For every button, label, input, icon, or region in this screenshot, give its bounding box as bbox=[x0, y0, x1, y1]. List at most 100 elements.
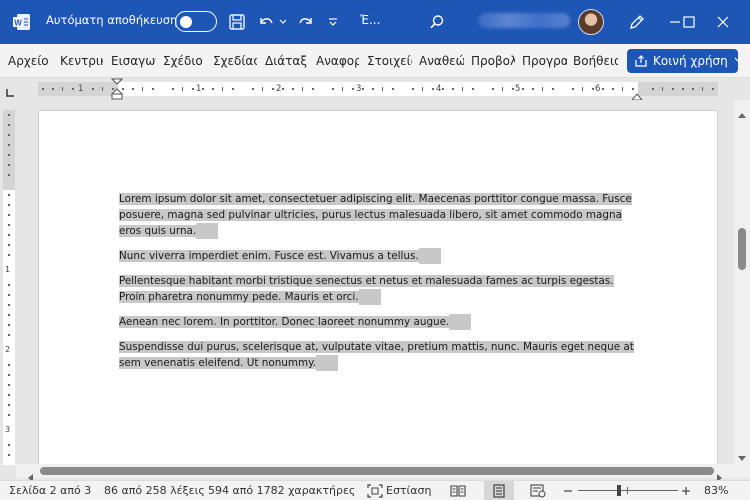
customize-qat-icon[interactable] bbox=[326, 12, 340, 32]
ruler-tick bbox=[222, 87, 223, 91]
search-icon[interactable] bbox=[426, 11, 448, 33]
tab-stop-selector-icon[interactable] bbox=[5, 83, 15, 97]
document-title[interactable]: Έ... bbox=[360, 13, 380, 27]
ribbon-tabs: Αρχείο Κεντρική Εισαγωγή Σχέδιο Σχεδίαση… bbox=[0, 44, 750, 78]
paragraph[interactable]: Suspendisse dui purus, scelerisque at, v… bbox=[119, 339, 639, 371]
tab-draw[interactable]: Σχέδιο bbox=[163, 44, 204, 78]
paragraph-text[interactable]: Suspendisse dui purus, scelerisque at, v… bbox=[119, 341, 634, 369]
zoom-slider-track[interactable] bbox=[578, 490, 678, 491]
share-label: Κοινή χρήση bbox=[653, 54, 728, 68]
tab-references[interactable]: Αναφορές bbox=[316, 44, 359, 78]
ruler-tick bbox=[592, 88, 594, 90]
tab-layout[interactable]: Διάταξη bbox=[265, 44, 307, 78]
paragraph[interactable]: Aenean nec lorem. In porttitor. Donec la… bbox=[119, 314, 639, 330]
close-icon[interactable] bbox=[712, 11, 734, 33]
paragraph-text[interactable]: Nunc viverra imperdiet enim. Fusce est. … bbox=[119, 250, 419, 262]
vertical-ruler[interactable]: 1 2 3 bbox=[3, 110, 15, 465]
ruler-tick bbox=[652, 88, 654, 90]
ruler-number: 3 bbox=[5, 425, 11, 434]
scroll-up-icon[interactable] bbox=[737, 104, 747, 118]
ruler-tick bbox=[232, 88, 234, 90]
ruler-tick bbox=[8, 224, 10, 226]
tab-design[interactable]: Σχεδίαση bbox=[213, 44, 257, 78]
ruler-tick bbox=[8, 234, 10, 236]
ruler-tick bbox=[132, 88, 134, 90]
ruler-tick bbox=[8, 154, 10, 156]
ruler-tick bbox=[692, 88, 694, 90]
focus-label[interactable]: Εστίαση bbox=[386, 484, 431, 497]
undo-dropdown-chevron-icon[interactable] bbox=[278, 13, 288, 31]
scroll-left-icon[interactable] bbox=[26, 467, 34, 482]
ruler-tick bbox=[8, 254, 10, 256]
zoom-level[interactable]: 83% bbox=[704, 484, 728, 497]
undo-icon[interactable] bbox=[256, 11, 276, 33]
horizontal-scroll-thumb[interactable] bbox=[40, 467, 714, 475]
ruler-number: 2 bbox=[276, 84, 282, 94]
horizontal-ruler[interactable]: 1 1 2 3 4 5 6 bbox=[38, 82, 718, 96]
vertical-scroll-thumb[interactable] bbox=[738, 228, 746, 270]
document-page[interactable]: Lorem ipsum dolor sit amet, consectetuer… bbox=[38, 110, 718, 464]
horizontal-scrollbar[interactable] bbox=[16, 464, 734, 482]
tab-mailings[interactable]: Στοιχεία bbox=[367, 44, 412, 78]
tab-home[interactable]: Κεντρική bbox=[60, 44, 103, 78]
maximize-icon[interactable] bbox=[678, 11, 700, 33]
ruler-tick bbox=[662, 87, 663, 91]
first-line-indent-marker[interactable] bbox=[110, 78, 124, 100]
character-count[interactable]: 594 από 1782 χαρακτήρες bbox=[208, 484, 355, 497]
ruler-tick bbox=[552, 88, 554, 90]
tab-help[interactable]: Βοήθεια bbox=[573, 44, 618, 78]
tab-file[interactable]: Αρχείο bbox=[8, 44, 54, 78]
ruler-tick bbox=[502, 87, 503, 91]
scroll-down-icon[interactable] bbox=[737, 448, 747, 461]
right-indent-marker[interactable] bbox=[630, 86, 644, 101]
web-layout-icon[interactable] bbox=[530, 484, 546, 498]
redo-icon[interactable] bbox=[296, 11, 316, 33]
ruler-tick bbox=[302, 87, 303, 91]
share-dropdown-chevron-icon[interactable] bbox=[734, 56, 742, 66]
ruler-tick bbox=[362, 88, 364, 90]
autosave-label: Αυτόματη αποθήκευση bbox=[46, 13, 178, 27]
word-count[interactable]: 86 από 258 λέξεις bbox=[104, 484, 205, 497]
print-layout-icon[interactable] bbox=[491, 484, 507, 498]
paragraph[interactable]: Pellentesque habitant morbi tristique se… bbox=[119, 273, 639, 305]
tab-insert[interactable]: Εισαγωγή bbox=[111, 44, 156, 78]
tab-developer[interactable]: Προγραμματιστής bbox=[522, 44, 567, 78]
ruler-tick bbox=[462, 87, 463, 91]
ruler-tick bbox=[282, 88, 284, 90]
zoom-out-icon[interactable] bbox=[563, 484, 579, 498]
scroll-right-icon[interactable] bbox=[716, 467, 724, 482]
zoom-slider-thumb[interactable] bbox=[617, 485, 621, 496]
ruler-tick bbox=[8, 324, 10, 326]
scrollbar-corner bbox=[734, 464, 750, 478]
tab-review[interactable]: Αναθεώρηση bbox=[419, 44, 464, 78]
ruler-tick bbox=[442, 88, 444, 90]
paragraph-text[interactable]: Aenean nec lorem. In porttitor. Donec la… bbox=[119, 316, 450, 328]
ruler-tick bbox=[292, 88, 294, 90]
ruler-tick bbox=[512, 88, 514, 90]
document-canvas[interactable]: Lorem ipsum dolor sit amet, consectetuer… bbox=[16, 100, 734, 464]
share-button[interactable]: Κοινή χρήση bbox=[627, 49, 742, 73]
zoom-in-icon[interactable] bbox=[681, 484, 697, 498]
ruler-tick bbox=[682, 88, 684, 90]
ruler-tick bbox=[332, 88, 334, 90]
title-bar: W Αυτόματη αποθήκευση Έ... bbox=[0, 0, 750, 44]
ruler-tick bbox=[8, 384, 10, 386]
ruler-number: 2 bbox=[5, 345, 11, 354]
autosave-toggle[interactable] bbox=[175, 11, 217, 32]
tab-view[interactable]: Προβολή bbox=[471, 44, 515, 78]
focus-icon[interactable] bbox=[367, 484, 383, 498]
read-mode-icon[interactable] bbox=[450, 484, 466, 498]
ruler-tick bbox=[202, 88, 204, 90]
pen-icon[interactable] bbox=[626, 11, 648, 33]
vertical-scrollbar[interactable] bbox=[734, 100, 750, 464]
page-count[interactable]: Σελίδα 2 από 3 bbox=[9, 484, 91, 497]
toggle-knob bbox=[180, 15, 192, 28]
paragraph[interactable]: Nunc viverra imperdiet enim. Fusce est. … bbox=[119, 248, 639, 264]
avatar[interactable] bbox=[578, 9, 604, 35]
ruler-tick bbox=[192, 88, 194, 90]
ruler-tick bbox=[452, 88, 454, 90]
paragraph[interactable]: Lorem ipsum dolor sit amet, consectetuer… bbox=[119, 191, 639, 239]
ruler-tick bbox=[382, 87, 383, 91]
ruler-tick bbox=[572, 88, 574, 90]
save-icon[interactable] bbox=[226, 11, 248, 33]
